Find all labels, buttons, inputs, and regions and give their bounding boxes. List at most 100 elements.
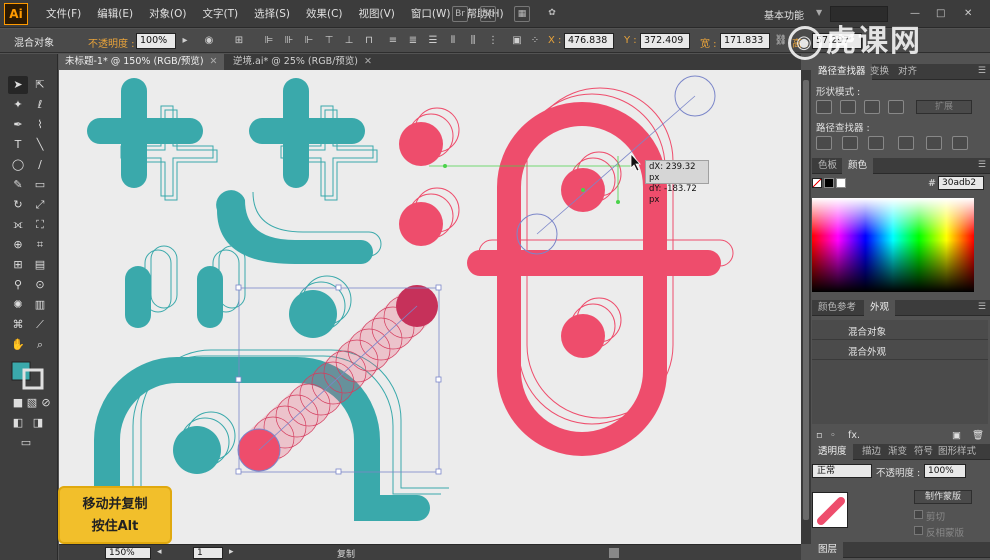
opacity-field[interactable]: 100% (136, 33, 176, 49)
arrange-documents-icon[interactable]: ▦ (514, 6, 530, 22)
none-mode-icon[interactable]: ⊘ (36, 394, 56, 412)
artboard-number-field[interactable]: 1 (193, 547, 223, 559)
close-icon[interactable]: ✕ (364, 56, 372, 67)
align-to-icon[interactable]: ⊞ (232, 34, 246, 48)
close-button[interactable]: ✕ (964, 8, 972, 19)
tab-transform[interactable]: 变换 (864, 64, 895, 80)
opacity-dropdown-icon[interactable]: ▸ (178, 34, 192, 48)
column-graph-tool-icon[interactable]: ▥ (30, 296, 50, 314)
distribute-center-icon[interactable]: ⫼ (466, 34, 480, 48)
eyedropper-tool-icon[interactable]: ⚲ (8, 276, 28, 294)
close-icon[interactable]: ✕ (210, 56, 218, 67)
x-field[interactable]: 476.838 (564, 33, 614, 49)
color-spectrum[interactable] (812, 198, 974, 292)
align-left-icon[interactable]: ⊫ (262, 34, 276, 48)
unite-icon[interactable] (816, 100, 832, 114)
artboard-tool-icon[interactable]: ⌘ (8, 316, 28, 334)
x-label[interactable]: X : (548, 35, 561, 46)
scroll-thumb[interactable] (803, 80, 809, 520)
width-label[interactable]: 宽 : (700, 35, 717, 50)
menu-type[interactable]: 文字(T) (195, 0, 247, 28)
hand-tool-icon[interactable]: ✋ (8, 336, 28, 354)
draw-normal-icon[interactable]: ◧ (8, 414, 28, 432)
bridge-icon[interactable]: Br (452, 6, 468, 22)
free-transform-tool-icon[interactable]: ⛶ (30, 216, 50, 234)
y-label[interactable]: Y : (624, 35, 637, 46)
rotate-tool-icon[interactable]: ↻ (8, 196, 28, 214)
appearance-square-icon[interactable]: ▫ (816, 430, 822, 441)
distribute-left-icon[interactable]: ⫴ (446, 34, 460, 48)
align-bottom-icon[interactable]: ⊓ (362, 34, 376, 48)
intersect-icon[interactable] (864, 100, 880, 114)
appearance-row-blend-appearance[interactable]: 混合外观 (812, 340, 988, 360)
make-mask-button[interactable]: 制作蒙版 (914, 490, 972, 504)
distribute-right-icon[interactable]: ⋮ (486, 34, 500, 48)
line-tool-icon[interactable]: ╲ (30, 136, 50, 154)
zoom-field[interactable]: 150% (105, 547, 151, 559)
menu-effect[interactable]: 效果(C) (298, 0, 351, 28)
minus-back-icon[interactable] (952, 136, 968, 150)
trim-icon[interactable] (842, 136, 858, 150)
align-top-icon[interactable]: ⊤ (322, 34, 336, 48)
align-right-icon[interactable]: ⊩ (302, 34, 316, 48)
link-proportions-icon[interactable]: ⛓ (774, 34, 788, 48)
scale-tool-icon[interactable]: ⤢ (30, 196, 50, 214)
tab-graphic-styles[interactable]: 图形样式 (932, 444, 982, 460)
menu-edit[interactable]: 编辑(E) (89, 0, 141, 28)
artboard-canvas[interactable]: dX: 239.32 px dY: -183.72 px (59, 70, 801, 544)
vertical-scrollbar[interactable] (801, 70, 811, 544)
tab-pathfinder[interactable]: 路径查找器 (812, 64, 872, 80)
shape-builder-tool-icon[interactable]: ⊕ (8, 236, 28, 254)
black-swatch[interactable] (824, 178, 834, 188)
exclude-icon[interactable] (888, 100, 904, 114)
align-middle-icon[interactable]: ⊥ (342, 34, 356, 48)
next-artboard-icon[interactable]: ▸ (229, 547, 234, 557)
menu-window[interactable]: 窗口(W) (403, 0, 459, 28)
tab-swatches[interactable]: 色板 (812, 158, 843, 174)
ellipse-tool-icon[interactable]: ◯ (8, 156, 28, 174)
perspective-grid-tool-icon[interactable]: ⌗ (30, 236, 50, 254)
eraser-tool-icon[interactable]: ▭ (30, 176, 50, 194)
add-effect-button[interactable]: fx. (848, 430, 860, 441)
maximize-button[interactable]: □ (936, 8, 945, 19)
expand-button[interactable]: 扩展 (916, 100, 972, 114)
menu-select[interactable]: 选择(S) (246, 0, 298, 28)
width-tool-icon[interactable]: ⟗ (8, 216, 28, 234)
menu-file[interactable]: 文件(F) (38, 0, 89, 28)
minus-front-icon[interactable] (840, 100, 856, 114)
tab-color[interactable]: 颜色 (842, 158, 874, 174)
none-swatch-icon[interactable] (812, 178, 822, 188)
symbol-sprayer-tool-icon[interactable]: ✺ (8, 296, 28, 314)
reference-point-icon[interactable]: ⁘ (528, 34, 542, 48)
panel-menu-icon[interactable]: ☰ (978, 302, 986, 312)
merge-icon[interactable] (868, 136, 884, 150)
slice-tool-icon[interactable]: ⟋ (30, 316, 50, 334)
white-swatch[interactable] (836, 178, 846, 188)
prev-artboard-icon[interactable]: ◂ (157, 547, 162, 557)
tab-nijing[interactable]: 逆境.ai* @ 25% (RGB/预览) ✕ (227, 54, 378, 70)
distribute-bottom-icon[interactable]: ☰ (426, 34, 440, 48)
curvature-tool-icon[interactable]: ⌇ (30, 116, 50, 134)
mesh-tool-icon[interactable]: ⊞ (8, 256, 28, 274)
tab-layers[interactable]: 图层 (812, 542, 844, 558)
appearance-circle-icon[interactable]: ◦ (830, 430, 836, 441)
pencil-tool-icon[interactable]: ✎ (8, 176, 28, 194)
type-tool-icon[interactable]: T (8, 136, 28, 154)
recolor-icon[interactable]: ◉ (202, 34, 216, 48)
tab-transparency[interactable]: 透明度 (812, 444, 853, 460)
menu-view[interactable]: 视图(V) (351, 0, 403, 28)
hex-field[interactable]: 30adb2 (938, 176, 984, 190)
panel-menu-icon[interactable]: ☰ (978, 160, 986, 170)
tab-untitled-1[interactable]: 未标题-1* @ 150% (RGB/预览) ✕ (59, 54, 224, 70)
fill-stroke-swatch-icon[interactable] (10, 360, 48, 390)
horizontal-scroll-thumb[interactable] (609, 548, 619, 558)
screen-mode-icon[interactable]: ▭ (16, 434, 36, 452)
magic-wand-tool-icon[interactable]: ✦ (8, 96, 28, 114)
gradient-tool-icon[interactable]: ▤ (30, 256, 50, 274)
minimize-button[interactable]: — (910, 8, 920, 19)
distribute-top-icon[interactable]: ≡ (386, 34, 400, 48)
invert-mask-checkbox[interactable] (914, 526, 923, 535)
selection-tool-icon[interactable]: ➤ (8, 76, 28, 94)
appearance-row-blend-object[interactable]: 混合对象 (812, 320, 988, 340)
draw-behind-icon[interactable]: ◨ (28, 414, 48, 432)
